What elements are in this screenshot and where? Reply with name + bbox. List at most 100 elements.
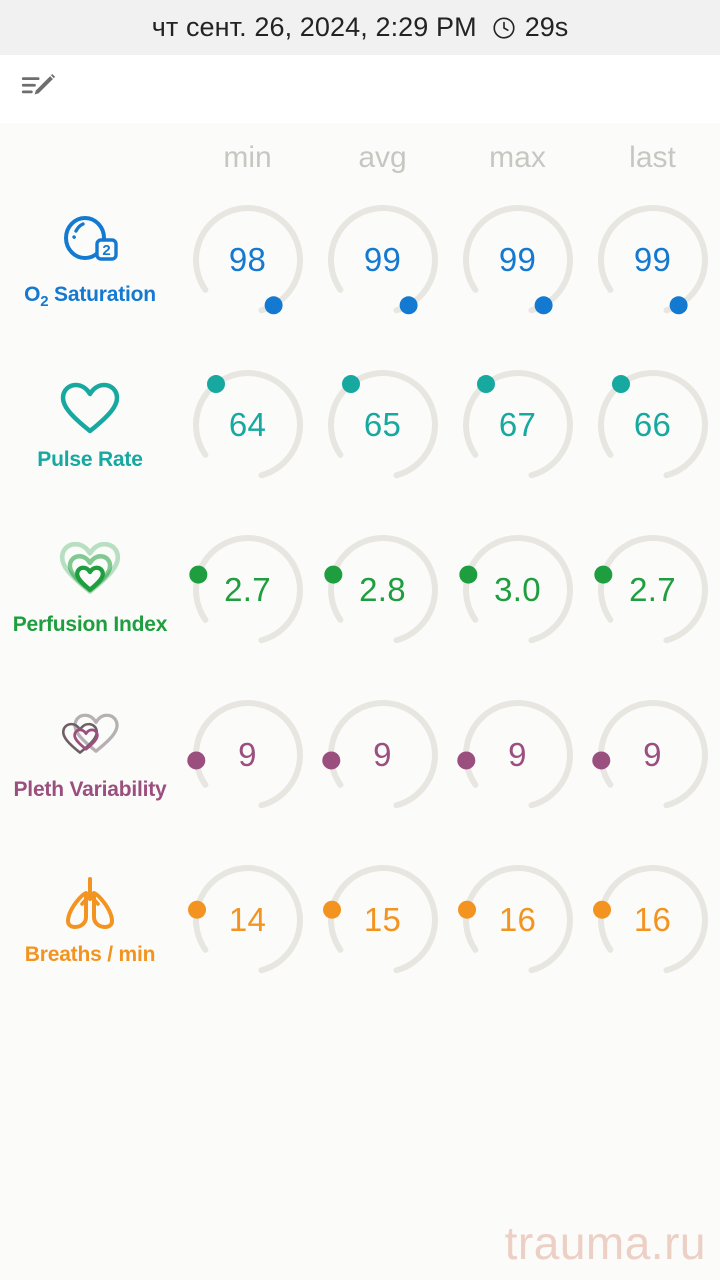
metric-row: Pulse Rate 64 65 67 66 [0, 354, 720, 519]
metric-label-lungs[interactable]: Breaths / min [0, 849, 180, 967]
gauge-arc: 65 [320, 362, 446, 488]
gauge-value: 9 [508, 736, 527, 773]
gauge-value: 66 [633, 406, 672, 443]
edit-note-icon [18, 66, 60, 113]
metric-row: Perfusion Index 2.7 2.8 3.0 2.7 [0, 519, 720, 684]
metric-gauge-min[interactable]: 14 [180, 849, 315, 983]
nested-hearts-icon [57, 541, 123, 605]
metric-label-oxygen-bubble[interactable]: 2 O2 Saturation [0, 189, 180, 310]
gauge-value: 99 [498, 241, 537, 278]
metric-gauge-last[interactable]: 66 [585, 354, 720, 488]
metric-row: Pleth Variability 9 9 9 9 [0, 684, 720, 849]
column-header-avg: avg [315, 141, 450, 175]
lungs-icon [58, 871, 122, 935]
gauge-arc: 2.7 [185, 527, 311, 653]
gauge-value: 99 [633, 241, 672, 278]
gauge-arc: 66 [590, 362, 716, 488]
column-header-last: last [585, 141, 720, 175]
metric-gauge-min[interactable]: 9 [180, 684, 315, 818]
gauge-value: 67 [498, 406, 537, 443]
gauge-value: 99 [363, 241, 402, 278]
gauge-arc: 9 [455, 692, 581, 818]
metric-row: Breaths / min 14 15 16 16 [0, 849, 720, 1014]
gauge-arc: 67 [455, 362, 581, 488]
toolbar [0, 55, 720, 123]
gauge-arc: 14 [185, 857, 311, 983]
metric-name: Pulse Rate [37, 448, 143, 471]
gauge-arc: 99 [455, 197, 581, 323]
gauge-arc: 16 [590, 857, 716, 983]
metric-label-overlapping-hearts[interactable]: Pleth Variability [0, 684, 180, 802]
metric-name: O2 Saturation [24, 283, 156, 310]
clock-icon [491, 15, 517, 41]
elapsed-time: 29s [524, 12, 569, 42]
metric-gauge-min[interactable]: 2.7 [180, 519, 315, 653]
metric-gauge-min[interactable]: 98 [180, 189, 315, 323]
metrics-panel: min avg max last 2 O2 Saturation 98 99 99 99 P… [0, 123, 720, 1280]
metric-gauge-avg[interactable]: 65 [315, 354, 450, 488]
metric-gauge-avg[interactable]: 9 [315, 684, 450, 818]
column-header-label: min [223, 141, 272, 174]
overlapping-hearts-icon [56, 706, 124, 770]
column-header-label: max [489, 141, 546, 174]
metric-gauge-last[interactable]: 2.7 [585, 519, 720, 653]
column-header-min: min [180, 141, 315, 175]
metric-gauge-max[interactable]: 9 [450, 684, 585, 818]
metric-gauge-max[interactable]: 99 [450, 189, 585, 323]
metric-rows: 2 O2 Saturation 98 99 99 99 Pulse Rate 64 65 67 66… [0, 189, 720, 1014]
metric-name: Breaths / min [24, 943, 156, 966]
metric-gauge-max[interactable]: 16 [450, 849, 585, 983]
metric-gauge-avg[interactable]: 2.8 [315, 519, 450, 653]
metric-gauge-last[interactable]: 9 [585, 684, 720, 818]
gauge-value: 9 [238, 736, 257, 773]
edit-note-button[interactable] [14, 64, 64, 114]
metric-name-subscript: 2 [40, 293, 49, 311]
column-header-row: min avg max last [0, 127, 720, 189]
gauge-arc: 9 [185, 692, 311, 818]
metric-name-text: O2 Saturation [24, 283, 156, 311]
gauge-arc: 9 [590, 692, 716, 818]
gauge-arc: 2.7 [590, 527, 716, 653]
gauge-arc: 2.8 [320, 527, 446, 653]
metric-name: Pleth Variability [13, 778, 167, 801]
heart-outline-icon [58, 376, 122, 440]
gauge-arc: 98 [185, 197, 311, 323]
metric-gauge-max[interactable]: 3.0 [450, 519, 585, 653]
gauge-value: 15 [363, 901, 402, 938]
metric-gauge-avg[interactable]: 15 [315, 849, 450, 983]
gauge-arc: 9 [320, 692, 446, 818]
gauge-value: 16 [498, 901, 537, 938]
metric-name: Perfusion Index [12, 613, 168, 636]
gauge-value: 2.7 [629, 571, 676, 608]
gauge-value: 2.8 [359, 571, 406, 608]
gauge-arc: 99 [590, 197, 716, 323]
gauge-arc: 99 [320, 197, 446, 323]
metric-gauge-min[interactable]: 64 [180, 354, 315, 488]
column-header-max: max [450, 141, 585, 175]
metric-gauge-last[interactable]: 16 [585, 849, 720, 983]
gauge-value: 9 [373, 736, 392, 773]
svg-text:2: 2 [102, 242, 110, 259]
metric-gauge-avg[interactable]: 99 [315, 189, 450, 323]
metric-row: 2 O2 Saturation 98 99 99 99 [0, 189, 720, 354]
gauge-arc: 3.0 [455, 527, 581, 653]
session-datetime: чт сент. 26, 2024, 2:29 PM [151, 12, 477, 42]
gauge-value: 14 [228, 901, 267, 938]
metric-label-heart-outline[interactable]: Pulse Rate [0, 354, 180, 472]
metric-label-nested-hearts[interactable]: Perfusion Index [0, 519, 180, 637]
metric-gauge-last[interactable]: 99 [585, 189, 720, 323]
title-bar: чт сент. 26, 2024, 2:29 PM 29s [0, 0, 720, 55]
gauge-value: 65 [363, 406, 402, 443]
gauge-arc: 64 [185, 362, 311, 488]
gauge-arc: 15 [320, 857, 446, 983]
gauge-value: 16 [633, 901, 672, 938]
watermark: trauma.ru [504, 1217, 706, 1269]
gauge-value: 3.0 [494, 571, 541, 608]
column-header-label: last [629, 141, 676, 174]
oxygen-bubble-icon: 2 [59, 211, 121, 275]
gauge-value: 9 [643, 736, 662, 773]
column-header-label: avg [358, 141, 407, 174]
gauge-value: 64 [228, 406, 267, 443]
metric-gauge-max[interactable]: 67 [450, 354, 585, 488]
gauge-arc: 16 [455, 857, 581, 983]
